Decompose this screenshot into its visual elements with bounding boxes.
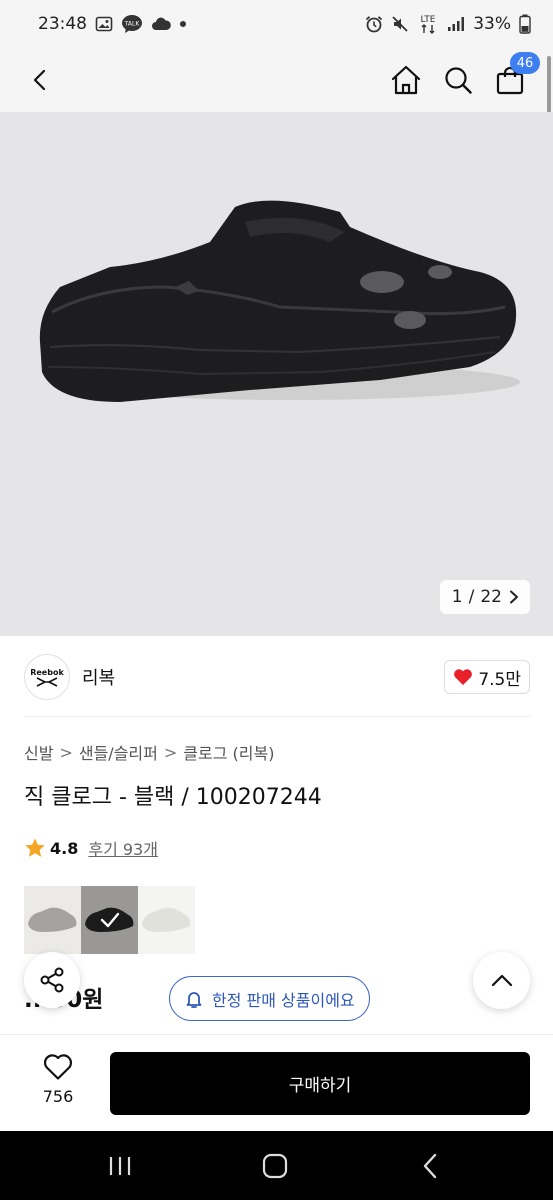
chevron-right-icon (510, 590, 518, 604)
product-photo (39, 200, 520, 402)
divider (24, 716, 530, 717)
review-count-link[interactable]: 후기 93개 (88, 836, 158, 860)
color-swatch-white[interactable] (138, 886, 195, 954)
color-swatch-black[interactable] (81, 886, 138, 954)
status-left: 23:48 TALK (38, 14, 187, 34)
limited-sale-badge: 한정 판매 상품이에요 (169, 976, 370, 1021)
star-icon (25, 838, 45, 857)
brand-row: Reebok 리복 7.5만 (24, 652, 530, 702)
recent-apps-button[interactable] (100, 1149, 140, 1183)
talk-label: TALK (124, 21, 141, 28)
breadcrumb-separator: > (163, 742, 178, 762)
home-icon (391, 65, 421, 95)
color-swatches (24, 886, 195, 954)
status-time: 23:48 (38, 14, 87, 34)
breadcrumb-item[interactable]: 클로그 (리복) (183, 740, 274, 764)
cart-count-badge: 46 (510, 52, 540, 74)
search-button[interactable] (436, 58, 480, 102)
talk-notification-icon: TALK (121, 14, 143, 34)
breadcrumb-separator: > (59, 742, 73, 762)
breadcrumb-item[interactable]: 신발 (24, 740, 53, 764)
search-icon (445, 67, 472, 94)
back-system-button[interactable] (410, 1149, 450, 1183)
signal-icon (447, 16, 465, 32)
scroll-to-top-button[interactable] (473, 952, 530, 1009)
back-system-icon (423, 1153, 437, 1179)
check-icon (100, 912, 119, 928)
heart-outline-icon (44, 1054, 72, 1080)
top-nav: 46 (0, 48, 553, 112)
image-counter-current: 1 (451, 587, 463, 607)
mute-icon (391, 15, 409, 33)
image-counter-total: 22 (480, 587, 502, 607)
breadcrumb: 신발 > 샌들/슬리퍼 > 클로그 (리복) (24, 740, 274, 764)
home-button[interactable] (384, 58, 428, 102)
purchase-bar: 756 구매하기 (0, 1034, 553, 1130)
buy-button[interactable]: 구매하기 (110, 1052, 530, 1115)
lte-icon: LTE (417, 13, 439, 35)
brand-like-count: 7.5만 (478, 669, 521, 690)
brand-logo-text: Reebok (30, 667, 64, 677)
alarm-icon (365, 15, 383, 33)
notification-dot-icon (179, 20, 187, 28)
reebok-delta-icon (36, 676, 58, 687)
lte-label: LTE (421, 15, 436, 25)
image-counter-button[interactable]: 1 / 22 (439, 580, 530, 614)
back-icon (33, 69, 46, 91)
share-button[interactable] (24, 952, 80, 1008)
home-system-button[interactable] (255, 1149, 295, 1183)
limited-sale-label: 한정 판매 상품이에요 (212, 990, 355, 1010)
color-swatch-gray[interactable] (24, 886, 81, 954)
status-right: LTE 33% (365, 13, 531, 35)
swatch-shoe-thumbnail (28, 907, 77, 932)
chevron-up-icon (491, 974, 512, 986)
image-counter-separator: / (468, 587, 475, 607)
heart-filled-icon (454, 669, 473, 685)
cart-button[interactable]: 46 (488, 52, 540, 102)
brand-like-button[interactable]: 7.5만 (444, 660, 530, 694)
recent-apps-icon (109, 1157, 131, 1175)
cloud-icon (151, 17, 171, 31)
wishlist-button[interactable]: 756 (30, 1053, 86, 1106)
swatch-shoe-thumbnail (142, 907, 191, 932)
product-image-gallery[interactable]: 1 / 22 (0, 112, 553, 636)
system-nav-bar (0, 1131, 553, 1200)
share-icon (40, 967, 64, 993)
rating-value: 4.8 (50, 838, 79, 858)
brand-logo[interactable]: Reebok (24, 654, 70, 700)
gallery-notification-icon (95, 15, 113, 33)
status-bar: 23:48 TALK LTE 33% (0, 0, 553, 48)
bell-icon (186, 991, 202, 1008)
home-system-icon (262, 1153, 288, 1179)
brand-name[interactable]: 리복 (82, 664, 115, 690)
back-button[interactable] (18, 58, 62, 102)
rating-row: 4.8 후기 93개 (24, 836, 158, 860)
battery-icon (519, 14, 531, 34)
battery-percent: 33% (473, 14, 511, 34)
product-title: 직 클로그 - 블랙 / 100207244 (24, 785, 322, 810)
wishlist-count: 756 (42, 1087, 74, 1106)
breadcrumb-item[interactable]: 샌들/슬리퍼 (79, 740, 158, 764)
